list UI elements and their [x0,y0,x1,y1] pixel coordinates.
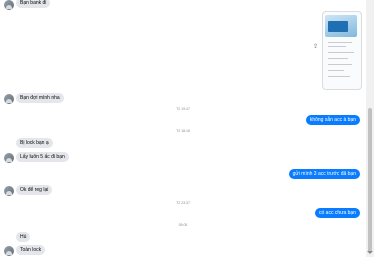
image-line [328,76,350,77]
timestamp: T2 23:37 [176,201,190,205]
timestamp: 05:05 [178,223,188,227]
chat-thread: Bạn bank đi ⇪ Bạn đợi mình nha T2 19:47 … [0,0,366,257]
image-line [328,52,354,53]
timestamp: T2 19:47 [176,107,190,111]
image-line [328,64,352,65]
avatar[interactable] [4,246,14,256]
outgoing-message[interactable]: có acc chưa bạn [315,208,360,218]
incoming-message[interactable]: Lấy luôn 5 ấc đi bạn [16,152,69,162]
avatar[interactable] [4,186,14,196]
image-line [328,46,346,47]
image-line [328,58,348,59]
image-line [328,70,344,71]
avatar[interactable] [4,153,14,163]
outgoing-message[interactable]: không sẵn acc à bạn [305,115,360,125]
scroll-down-arrow-icon[interactable] [367,251,373,254]
incoming-message[interactable]: Bạn đợi mình nha [16,93,64,103]
image-line [328,42,352,43]
image-message[interactable] [322,11,362,90]
avatar[interactable] [4,94,14,104]
incoming-message[interactable]: Bạn bank đi [16,0,51,8]
scrollbar-thumb[interactable] [368,108,372,252]
share-icon[interactable]: ⇪ [313,44,319,50]
timestamp: T2 18:18 [176,129,190,133]
incoming-message[interactable]: Hú [16,232,31,242]
avatar[interactable] [4,0,14,10]
incoming-message[interactable]: Bị lock bạn ạ [16,138,53,148]
incoming-message[interactable]: Toàn lock [16,245,46,255]
outgoing-message[interactable]: gửi mình 3 acc trước đã bạn [288,169,360,179]
incoming-message[interactable]: Ok để reg lại [16,185,53,195]
bank-card-graphic [328,21,348,32]
